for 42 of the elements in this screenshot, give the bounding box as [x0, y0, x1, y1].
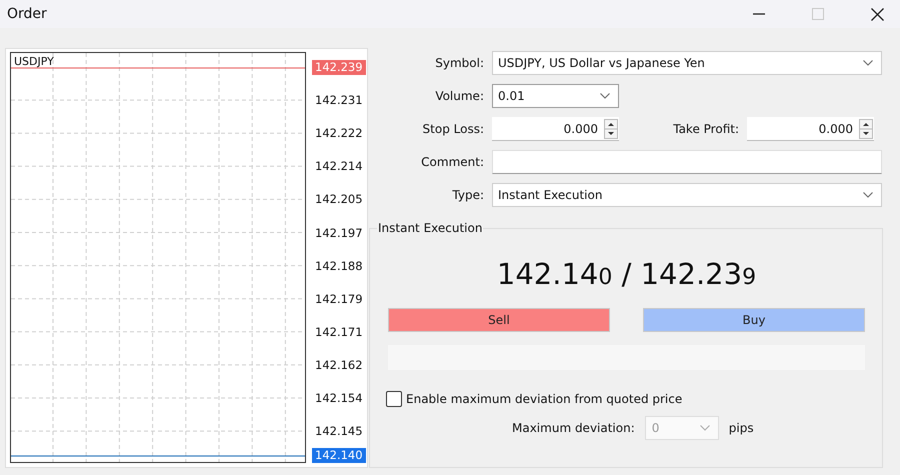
chevron-down-icon	[863, 60, 873, 66]
ask-price-label: 142.239	[312, 60, 366, 75]
bid-ask-quote: 142.140 / 142.239	[496, 257, 758, 291]
price-axis-label: 142.222	[314, 126, 364, 142]
field-label: Maximum deviation:	[512, 421, 635, 435]
price-axis-label: 142.214	[314, 159, 364, 174]
price-axis-label: 142.154	[314, 391, 364, 406]
comment-field[interactable]	[492, 150, 882, 174]
price-axis-label: 142.188	[314, 258, 364, 274]
field-label: Take Profit:	[672, 122, 740, 136]
checkbox-label: Enable maximum deviation from quoted price	[406, 392, 682, 406]
volume-dropdown[interactable]: 0.01	[492, 84, 619, 108]
symbol-dropdown[interactable]: USDJPY, US Dollar vs Japanese Yen	[492, 51, 882, 75]
spinner-icon[interactable]	[604, 118, 618, 138]
field-label: Comment:	[420, 155, 484, 169]
chevron-down-icon	[863, 192, 873, 198]
take-profit-field[interactable]: 0.000	[747, 117, 874, 141]
stop-loss-field[interactable]: 0.000	[492, 117, 619, 141]
price-axis-label: 142.171	[314, 324, 364, 340]
field-label: Stop Loss:	[422, 122, 484, 136]
price-axis-label: 142.197	[314, 226, 364, 240]
field-label: Symbol:	[434, 56, 484, 70]
spinner-icon[interactable]	[859, 118, 873, 138]
checkbox[interactable]	[386, 391, 402, 407]
price-axis-label: 142.145	[314, 424, 364, 440]
bid-price-label: 142.140	[312, 448, 366, 463]
price-axis-label: 142.162	[314, 358, 364, 373]
close-icon[interactable]	[871, 8, 884, 20]
chevron-down-icon	[700, 425, 710, 431]
unit-label: pips	[728, 421, 754, 435]
chevron-down-icon	[600, 93, 610, 99]
field-label: Type:	[451, 188, 484, 202]
chart-symbol: USDJPY	[14, 55, 54, 68]
price-axis-label: 142.179	[314, 292, 364, 307]
buy-button[interactable]: Buy	[643, 308, 865, 332]
field-label: Volume:	[434, 89, 484, 103]
window-title: Order	[7, 6, 47, 22]
price-axis-label: 142.231	[314, 93, 364, 108]
price-axis-label: 142.205	[314, 192, 364, 208]
sell-button[interactable]: Sell	[388, 308, 610, 332]
group-title: Instant Execution	[377, 221, 484, 235]
type-dropdown[interactable]: Instant Execution	[492, 183, 882, 207]
